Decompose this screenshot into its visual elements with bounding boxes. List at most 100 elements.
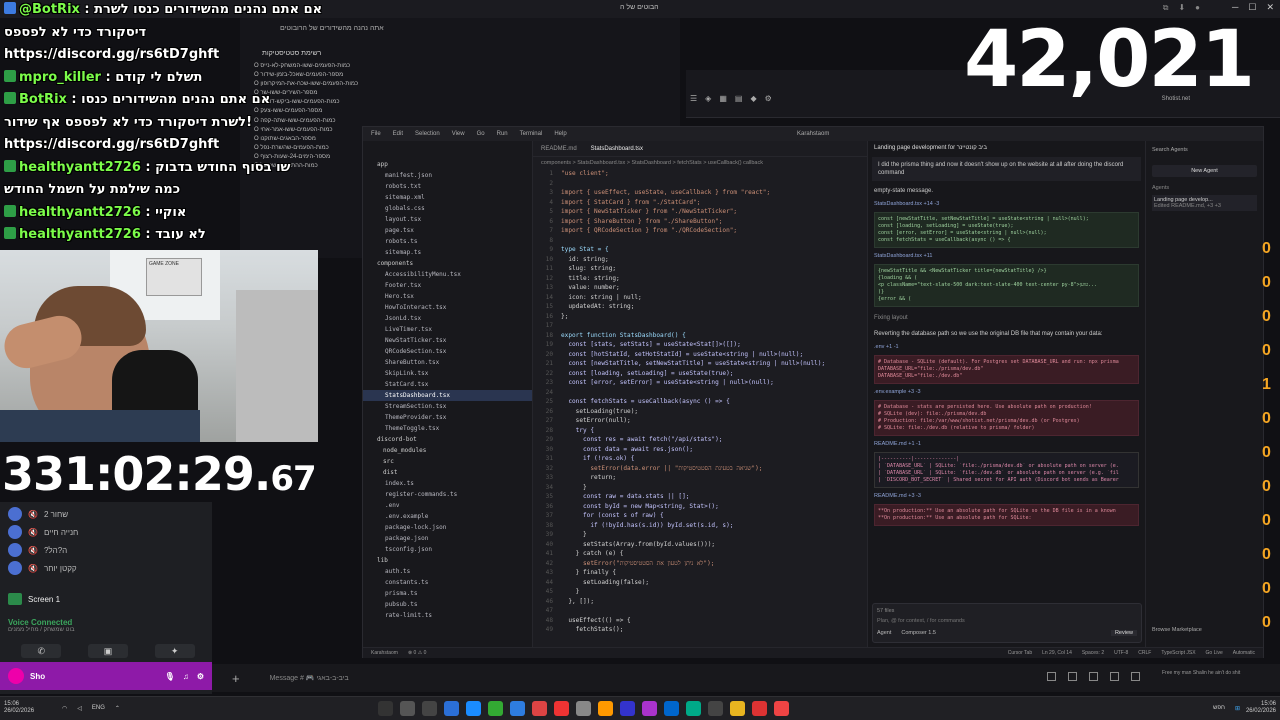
menu-item-view[interactable]: View — [452, 131, 465, 137]
folder-icon[interactable] — [730, 701, 745, 716]
obs-icon[interactable] — [532, 701, 547, 716]
tree-item[interactable]: package-lock.json — [363, 522, 532, 533]
tree-item[interactable]: globals.css — [363, 203, 532, 214]
review-button[interactable]: Review — [1110, 630, 1137, 636]
grid-icon[interactable]: ▦ — [719, 94, 727, 103]
tree-item[interactable]: package.json — [363, 533, 532, 544]
status-right-item[interactable]: Go Live — [1206, 650, 1223, 656]
status-left-item[interactable]: Karahstaom — [371, 650, 398, 656]
voice-user[interactable]: 🔇 שחור 2 — [8, 506, 208, 522]
status-right-item[interactable]: Spaces: 2 — [1082, 650, 1104, 656]
tree-item[interactable]: robots.txt — [363, 181, 532, 192]
tree-item[interactable]: AccessibilityMenu.tsx — [363, 269, 532, 280]
tab-statsdashboard[interactable]: StatsDashboard.tsx — [591, 146, 643, 152]
wifi-icon[interactable]: ◠ — [62, 705, 67, 712]
menu-item-selection[interactable]: Selection — [415, 131, 440, 137]
tree-item[interactable]: pubsub.ts — [363, 599, 532, 610]
chat-input[interactable]: 57 files Plan, @ for context, / for comm… — [872, 603, 1142, 643]
voice-user[interactable]: 🔇 ?ה?הל — [8, 542, 208, 558]
tree-item[interactable]: StreamSection.tsx — [363, 401, 532, 412]
diff-file-4[interactable]: .env.example +3 -3 — [868, 387, 1145, 397]
discord-icon[interactable] — [620, 701, 635, 716]
sticker-icon[interactable] — [1089, 672, 1098, 681]
tree-item[interactable]: layout.tsx — [363, 214, 532, 225]
tree-item[interactable]: prisma.ts — [363, 588, 532, 599]
status-right-item[interactable]: Ln 29, Col 14 — [1042, 650, 1072, 656]
avatar[interactable] — [8, 668, 24, 684]
code-lines[interactable]: 1 "use client"; 2 3 import { useEffect, useS… — [533, 169, 867, 635]
menu-item-file[interactable]: File — [371, 131, 381, 137]
shield-icon[interactable]: ◈ — [705, 94, 711, 103]
menu-item-edit[interactable]: Edit — [393, 131, 403, 137]
screen-share-button-icon[interactable]: ▣ — [87, 644, 128, 658]
mic-icon[interactable]: 🎙 — [165, 672, 175, 681]
star-icon[interactable]: ◆ — [750, 94, 756, 103]
vscode-icon[interactable] — [466, 701, 481, 716]
agent-mode-select[interactable]: Agent — [877, 630, 891, 636]
diff-file-6[interactable]: README.md +3 -3 — [868, 491, 1145, 501]
language-indicator[interactable]: ENG — [92, 705, 105, 712]
code-editor[interactable]: README.md StatsDashboard.tsx components … — [533, 141, 867, 647]
tree-item[interactable]: components — [363, 258, 532, 269]
settings-app-icon[interactable] — [708, 701, 723, 716]
chat-username[interactable]: mpro_killer — [19, 70, 101, 85]
tree-item[interactable]: HowToInteract.tsx — [363, 302, 532, 313]
disconnect-icon[interactable]: ✆ — [21, 644, 62, 658]
tree-item[interactable]: rate-limit.ts — [363, 610, 532, 621]
file-explorer-icon[interactable] — [576, 701, 591, 716]
tree-item[interactable]: sitemap.xml — [363, 192, 532, 203]
tree-item[interactable]: StatCard.tsx — [363, 379, 532, 390]
chat-username[interactable]: healthyantt2726 — [19, 160, 141, 175]
settings-icon[interactable]: ⚙ — [765, 94, 772, 103]
gear-icon[interactable]: ⚙ — [197, 672, 204, 681]
photoshop-icon[interactable] — [642, 701, 657, 716]
windows-start-icon[interactable]: ⊞ — [1235, 705, 1240, 712]
diff-file-2[interactable]: StatsDashboard.tsx +11 — [868, 251, 1145, 261]
status-right-item[interactable]: Automatic — [1233, 650, 1255, 656]
chat-username[interactable]: healthyantt2726 — [19, 227, 141, 242]
diff-file-3[interactable]: .env +1 -1 — [868, 342, 1145, 352]
close-icon[interactable]: ✕ — [1266, 2, 1274, 13]
chevron-up-icon[interactable]: ⌃ — [115, 705, 120, 712]
tree-item[interactable]: dist — [363, 467, 532, 478]
menu-item-help[interactable]: Help — [554, 131, 566, 137]
edge-icon[interactable] — [444, 701, 459, 716]
tree-item[interactable]: discord-bot — [363, 434, 532, 445]
tree-item[interactable]: ShareButton.tsx — [363, 357, 532, 368]
store-icon[interactable] — [686, 701, 701, 716]
diff-file-1[interactable]: StatsDashboard.tsx +14 -3 — [868, 199, 1145, 209]
tree-item[interactable]: sitemap.ts — [363, 247, 532, 258]
tree-item[interactable]: node_modules — [363, 445, 532, 456]
screen-share-item[interactable]: Screen 1 — [8, 590, 208, 608]
activity-icon[interactable]: ✦ — [154, 644, 195, 658]
record-icon[interactable] — [774, 701, 789, 716]
status-right-item[interactable]: CRLF — [1138, 650, 1151, 656]
voice-user[interactable]: 🔇 קקטן יוחר — [8, 560, 208, 576]
volume-icon[interactable]: ◁ — [77, 705, 82, 712]
opera-icon[interactable] — [554, 701, 569, 716]
chrome-icon[interactable] — [488, 701, 503, 716]
firefox-icon[interactable] — [598, 701, 613, 716]
tree-item[interactable]: LiveTimer.tsx — [363, 324, 532, 335]
tree-item[interactable]: register-commands.ts — [363, 489, 532, 500]
status-right-item[interactable]: UTF-8 — [1114, 650, 1128, 656]
tree-item[interactable]: constants.ts — [363, 577, 532, 588]
breadcrumb[interactable]: components > StatsDashboard.tsx > StatsD… — [533, 157, 867, 169]
tab-readme[interactable]: README.md — [541, 146, 577, 152]
menu-item-go[interactable]: Go — [477, 131, 485, 137]
chat-username[interactable]: @BotRix — [19, 2, 80, 17]
tree-item[interactable]: app — [363, 159, 532, 170]
task-view-icon[interactable] — [378, 701, 393, 716]
emoji-icon[interactable] — [1110, 672, 1119, 681]
gift-icon[interactable] — [1047, 672, 1056, 681]
agent-item[interactable]: Landing page develop... Edited README.md… — [1152, 195, 1257, 211]
status-left-item[interactable]: ⊗ 0 ⚠ 0 — [408, 650, 426, 656]
tree-item[interactable]: .env.example — [363, 511, 532, 522]
tree-item[interactable]: robots.ts — [363, 236, 532, 247]
tree-item[interactable]: src — [363, 456, 532, 467]
tree-item[interactable]: Footer.tsx — [363, 280, 532, 291]
tree-item[interactable]: JsonLd.tsx — [363, 313, 532, 324]
tree-item[interactable]: auth.ts — [363, 566, 532, 577]
menu-item-terminal[interactable]: Terminal — [520, 131, 543, 137]
tree-item[interactable]: manifest.json — [363, 170, 532, 181]
